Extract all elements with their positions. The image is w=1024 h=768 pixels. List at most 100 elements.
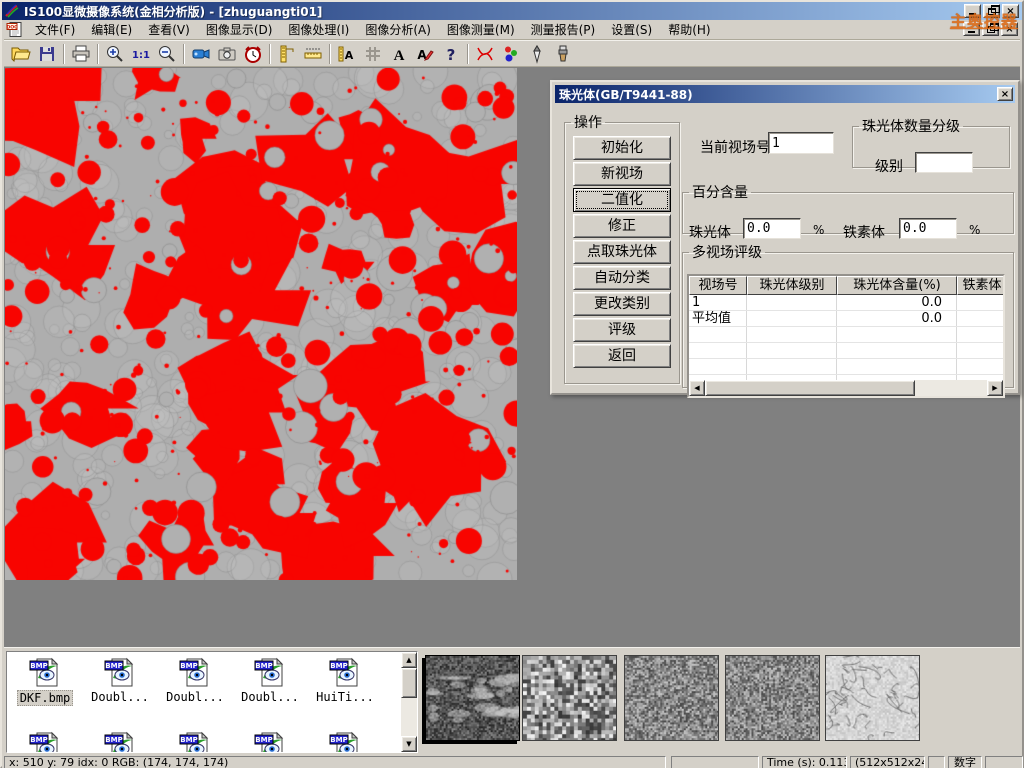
timer-button[interactable] [240, 42, 266, 66]
curve-tool-button[interactable] [472, 42, 498, 66]
title-bar[interactable]: IS100显微摄像系统(金相分析版) - [zhuguangti01] × 主奥… [2, 2, 1022, 20]
status-bar: x: 510 y: 79 idx: 0 RGB: (174, 174, 174)… [2, 755, 1022, 768]
file-name: HuiTi... [314, 690, 376, 704]
file-item-dkf[interactable]: BMP DKF.bmp [9, 656, 81, 706]
mdi-minimize-button[interactable] [963, 22, 980, 36]
toolbar-separator [63, 44, 65, 64]
scroll-up-button[interactable]: ▲ [401, 652, 417, 668]
actual-size-button[interactable]: 1:1 [128, 42, 154, 66]
file-item-partial[interactable]: BMP [84, 730, 156, 753]
toolbar-separator [183, 44, 185, 64]
menu-measure-report[interactable]: 测量报告(P) [523, 19, 604, 40]
initialize-button[interactable]: 初始化 [573, 136, 671, 160]
save-button[interactable] [34, 42, 60, 66]
ruler-button[interactable] [300, 42, 326, 66]
thumbnail-4[interactable] [725, 655, 820, 741]
thumbnail-5[interactable] [825, 655, 920, 741]
menu-help[interactable]: 帮助(H) [660, 19, 718, 40]
file-item-partial[interactable]: BMP [9, 730, 81, 753]
file-item-partial[interactable]: BMP [159, 730, 231, 753]
binarize-button[interactable]: 二值化 [573, 188, 671, 212]
file-item-partial[interactable]: BMP [234, 730, 306, 753]
ferrite-value-input[interactable] [899, 218, 957, 239]
text-tool-button[interactable]: A [386, 42, 412, 66]
dialog-close-button[interactable]: × [997, 87, 1013, 101]
new-field-button[interactable]: 新视场 [573, 162, 671, 186]
mdi-restore-button[interactable] [982, 22, 999, 36]
zoom-in-button[interactable] [102, 42, 128, 66]
caliper-button[interactable] [274, 42, 300, 66]
multifield-group-title: 多视场评级 [689, 242, 765, 262]
menu-image-measure[interactable]: 图像测量(M) [439, 19, 523, 40]
print-button[interactable] [68, 42, 94, 66]
table-row[interactable]: 1 0.0 [689, 295, 1003, 311]
menu-image-analysis[interactable]: 图像分析(A) [357, 19, 439, 40]
bmp-file-icon: BMP [253, 730, 287, 753]
return-button[interactable]: 返回 [573, 344, 671, 368]
metallographic-image[interactable] [5, 68, 517, 580]
restore-button[interactable] [983, 4, 1000, 18]
thumbnail-3[interactable] [624, 655, 719, 741]
mdi-close-button[interactable]: × [1001, 22, 1018, 36]
scroll-left-button[interactable]: ◀ [689, 380, 705, 396]
open-button[interactable] [8, 42, 34, 66]
text-tool-icon: A [389, 44, 409, 64]
bmp-thumbnail-icon: BMP [28, 656, 62, 688]
dialog-title-bar[interactable]: 珠光体(GB/T9441-88) × [555, 85, 1015, 103]
file-item-huiti[interactable]: BMP HuiTi... [309, 656, 381, 704]
bmp-file-icon: BMP [178, 730, 212, 753]
minimize-button[interactable] [964, 4, 981, 18]
still-camera-icon [217, 44, 237, 64]
current-field-input[interactable] [768, 132, 834, 154]
file-item-partial[interactable]: BMP [309, 730, 381, 753]
table-row[interactable]: 平均值 0.0 [689, 311, 1003, 327]
file-item-doubl-2[interactable]: BMP Doubl... [159, 656, 231, 704]
header-pearlite-level: 珠光体级别 [747, 276, 837, 295]
status-panel-empty [928, 756, 945, 768]
svg-text:BMP: BMP [330, 662, 347, 670]
annotate-button[interactable]: A [412, 42, 438, 66]
zoom-out-button[interactable] [154, 42, 180, 66]
table-header-row: 视场号 珠光体级别 珠光体含量(%) 铁素体 [689, 276, 1003, 295]
video-capture-button[interactable] [188, 42, 214, 66]
file-item-doubl-1[interactable]: BMP Doubl... [84, 656, 156, 704]
table-horizontal-scrollbar[interactable]: ◀ ▶ [689, 380, 1003, 396]
menu-edit[interactable]: 编辑(E) [83, 19, 140, 40]
pick-pearlite-button[interactable]: 点取珠光体 [573, 240, 671, 264]
thumbnail-2[interactable] [522, 655, 617, 741]
rate-button[interactable]: 评级 [573, 318, 671, 342]
brush-tool-button[interactable] [550, 42, 576, 66]
multifield-group: 多视场评级 视场号 珠光体级别 珠光体含量(%) 铁素体 1 0.0 平均值 [682, 242, 1014, 388]
current-field-label: 当前视场号 [700, 137, 770, 157]
menu-image-display[interactable]: 图像显示(D) [198, 19, 281, 40]
level-input[interactable] [915, 152, 973, 173]
particle-tool-button[interactable] [498, 42, 524, 66]
close-button[interactable]: × [1002, 4, 1019, 18]
file-item-doubl-3[interactable]: BMP Doubl... [234, 656, 306, 704]
menu-image-processing[interactable]: 图像处理(I) [280, 19, 357, 40]
pen-tool-button[interactable] [524, 42, 550, 66]
scroll-down-button[interactable]: ▼ [401, 736, 417, 752]
scrollbar-thumb[interactable] [401, 668, 417, 698]
grid-tool-button[interactable] [360, 42, 386, 66]
scrollbar-thumb[interactable] [705, 380, 915, 396]
bmp-thumbnail-icon: BMP [28, 730, 62, 753]
bmp-thumbnail-icon: BMP [178, 656, 212, 688]
change-category-button[interactable]: 更改类别 [573, 292, 671, 316]
auto-classify-button[interactable]: 自动分类 [573, 266, 671, 290]
correct-button[interactable]: 修正 [573, 214, 671, 238]
thumbnail-1[interactable] [425, 655, 520, 741]
grading-group-title: 珠光体数量分级 [859, 116, 963, 136]
svg-text:BMP: BMP [255, 736, 272, 744]
measure-text-button[interactable]: A [334, 42, 360, 66]
menu-settings[interactable]: 设置(S) [603, 19, 660, 40]
document-icon[interactable]: DOC [6, 21, 23, 38]
menu-file[interactable]: 文件(F) [27, 19, 83, 40]
pearlite-value-input[interactable] [743, 218, 801, 239]
cell-ferrite [957, 295, 1005, 310]
help-button[interactable]: ? [438, 42, 464, 66]
scroll-right-button[interactable]: ▶ [987, 380, 1003, 396]
snapshot-button[interactable] [214, 42, 240, 66]
file-list-scrollbar[interactable]: ▲ ▼ [401, 652, 417, 752]
menu-view[interactable]: 查看(V) [140, 19, 198, 40]
